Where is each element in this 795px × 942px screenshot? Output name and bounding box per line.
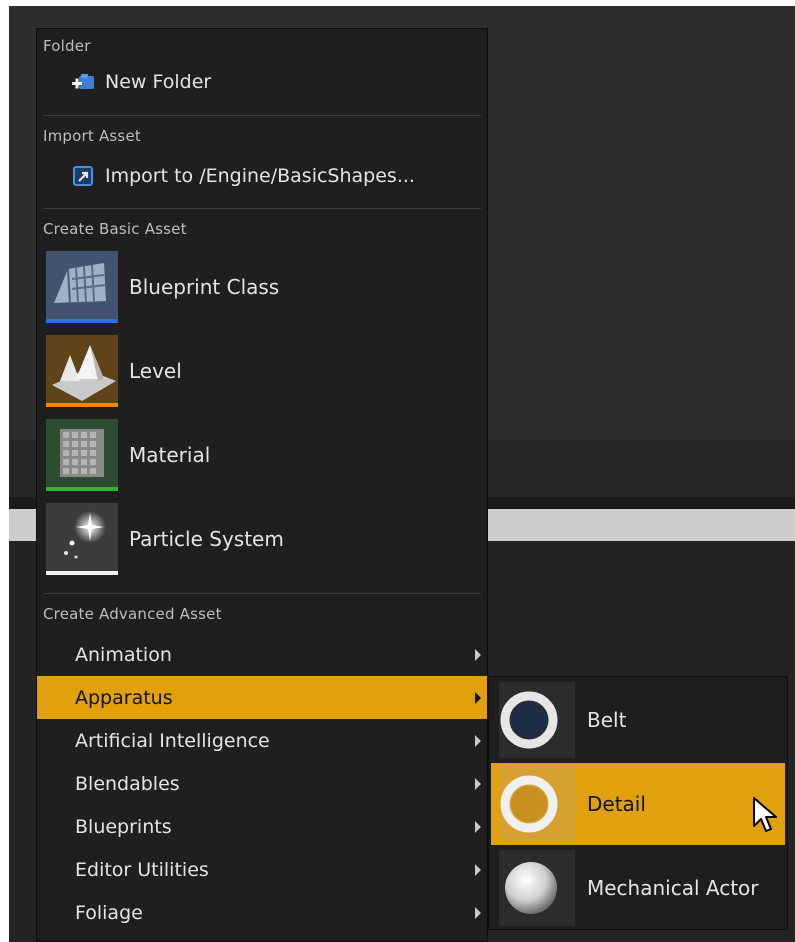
- advanced-item-label: Blendables: [75, 772, 180, 795]
- advanced-item-label: Foliage: [75, 901, 143, 924]
- material-label: Material: [129, 443, 211, 467]
- separator: [43, 115, 481, 116]
- submenu-arrow-icon: [475, 777, 481, 790]
- advanced-item-label: Artificial Intelligence: [75, 729, 270, 752]
- mechanical-actor-sphere-icon: [499, 850, 575, 926]
- advanced-item-label: Editor Utilities: [75, 858, 209, 881]
- belt-ring-icon: [499, 682, 575, 758]
- section-header-folder: Folder: [43, 37, 91, 55]
- material-icon: [46, 419, 118, 491]
- section-header-basic: Create Basic Asset: [43, 220, 187, 238]
- level-label: Level: [129, 359, 182, 383]
- particle-system-item[interactable]: Particle System: [37, 501, 487, 577]
- import-item[interactable]: Import to /Engine/BasicShapes...: [37, 157, 487, 195]
- import-icon: [71, 165, 95, 187]
- level-icon: [46, 335, 118, 407]
- submenu-item-label: Detail: [587, 792, 646, 816]
- blueprint-class-item[interactable]: Blueprint Class: [37, 249, 487, 325]
- new-folder-icon: [71, 71, 95, 93]
- detail-ring-icon: [499, 766, 575, 842]
- particle-system-label: Particle System: [129, 527, 284, 551]
- advanced-item-label: Animation: [75, 643, 172, 666]
- submenu-arrow-icon: [475, 734, 481, 747]
- submenu-item-label: Mechanical Actor: [587, 876, 759, 900]
- submenu-item-belt[interactable]: Belt: [491, 679, 785, 761]
- advanced-item-blendables[interactable]: Blendables: [37, 762, 487, 805]
- submenu-arrow-icon: [475, 906, 481, 919]
- material-item[interactable]: Material: [37, 417, 487, 493]
- apparatus-submenu: Belt Detail Mechanical Actor: [488, 676, 788, 930]
- section-header-import: Import Asset: [43, 127, 141, 145]
- advanced-item-apparatus[interactable]: Apparatus: [37, 676, 487, 719]
- separator: [43, 593, 481, 594]
- submenu-item-label: Belt: [587, 708, 627, 732]
- level-item[interactable]: Level: [37, 333, 487, 409]
- submenu-arrow-icon: [475, 691, 481, 704]
- advanced-item-foliage[interactable]: Foliage: [37, 891, 487, 934]
- blueprint-class-icon: [46, 251, 118, 323]
- separator: [43, 208, 481, 209]
- advanced-item-animation[interactable]: Animation: [37, 633, 487, 676]
- mouse-cursor-icon: [752, 796, 778, 838]
- submenu-arrow-icon: [475, 820, 481, 833]
- context-menu: Folder New Folder Import Asset Import to…: [36, 28, 488, 942]
- new-folder-label: New Folder: [105, 71, 212, 93]
- advanced-item-artificial-intelligence[interactable]: Artificial Intelligence: [37, 719, 487, 762]
- submenu-item-mechanical-actor[interactable]: Mechanical Actor: [491, 847, 785, 929]
- import-label: Import to /Engine/BasicShapes...: [105, 165, 415, 187]
- advanced-item-label: Blueprints: [75, 815, 172, 838]
- advanced-item-editor-utilities[interactable]: Editor Utilities: [37, 848, 487, 891]
- section-header-advanced: Create Advanced Asset: [43, 605, 222, 623]
- blueprint-class-label: Blueprint Class: [129, 275, 280, 299]
- submenu-item-detail[interactable]: Detail: [491, 763, 785, 845]
- particle-system-icon: [46, 503, 118, 575]
- submenu-arrow-icon: [475, 863, 481, 876]
- advanced-item-blueprints[interactable]: Blueprints: [37, 805, 487, 848]
- new-folder-item[interactable]: New Folder: [37, 63, 487, 101]
- advanced-item-label: Apparatus: [75, 686, 173, 709]
- submenu-arrow-icon: [475, 648, 481, 661]
